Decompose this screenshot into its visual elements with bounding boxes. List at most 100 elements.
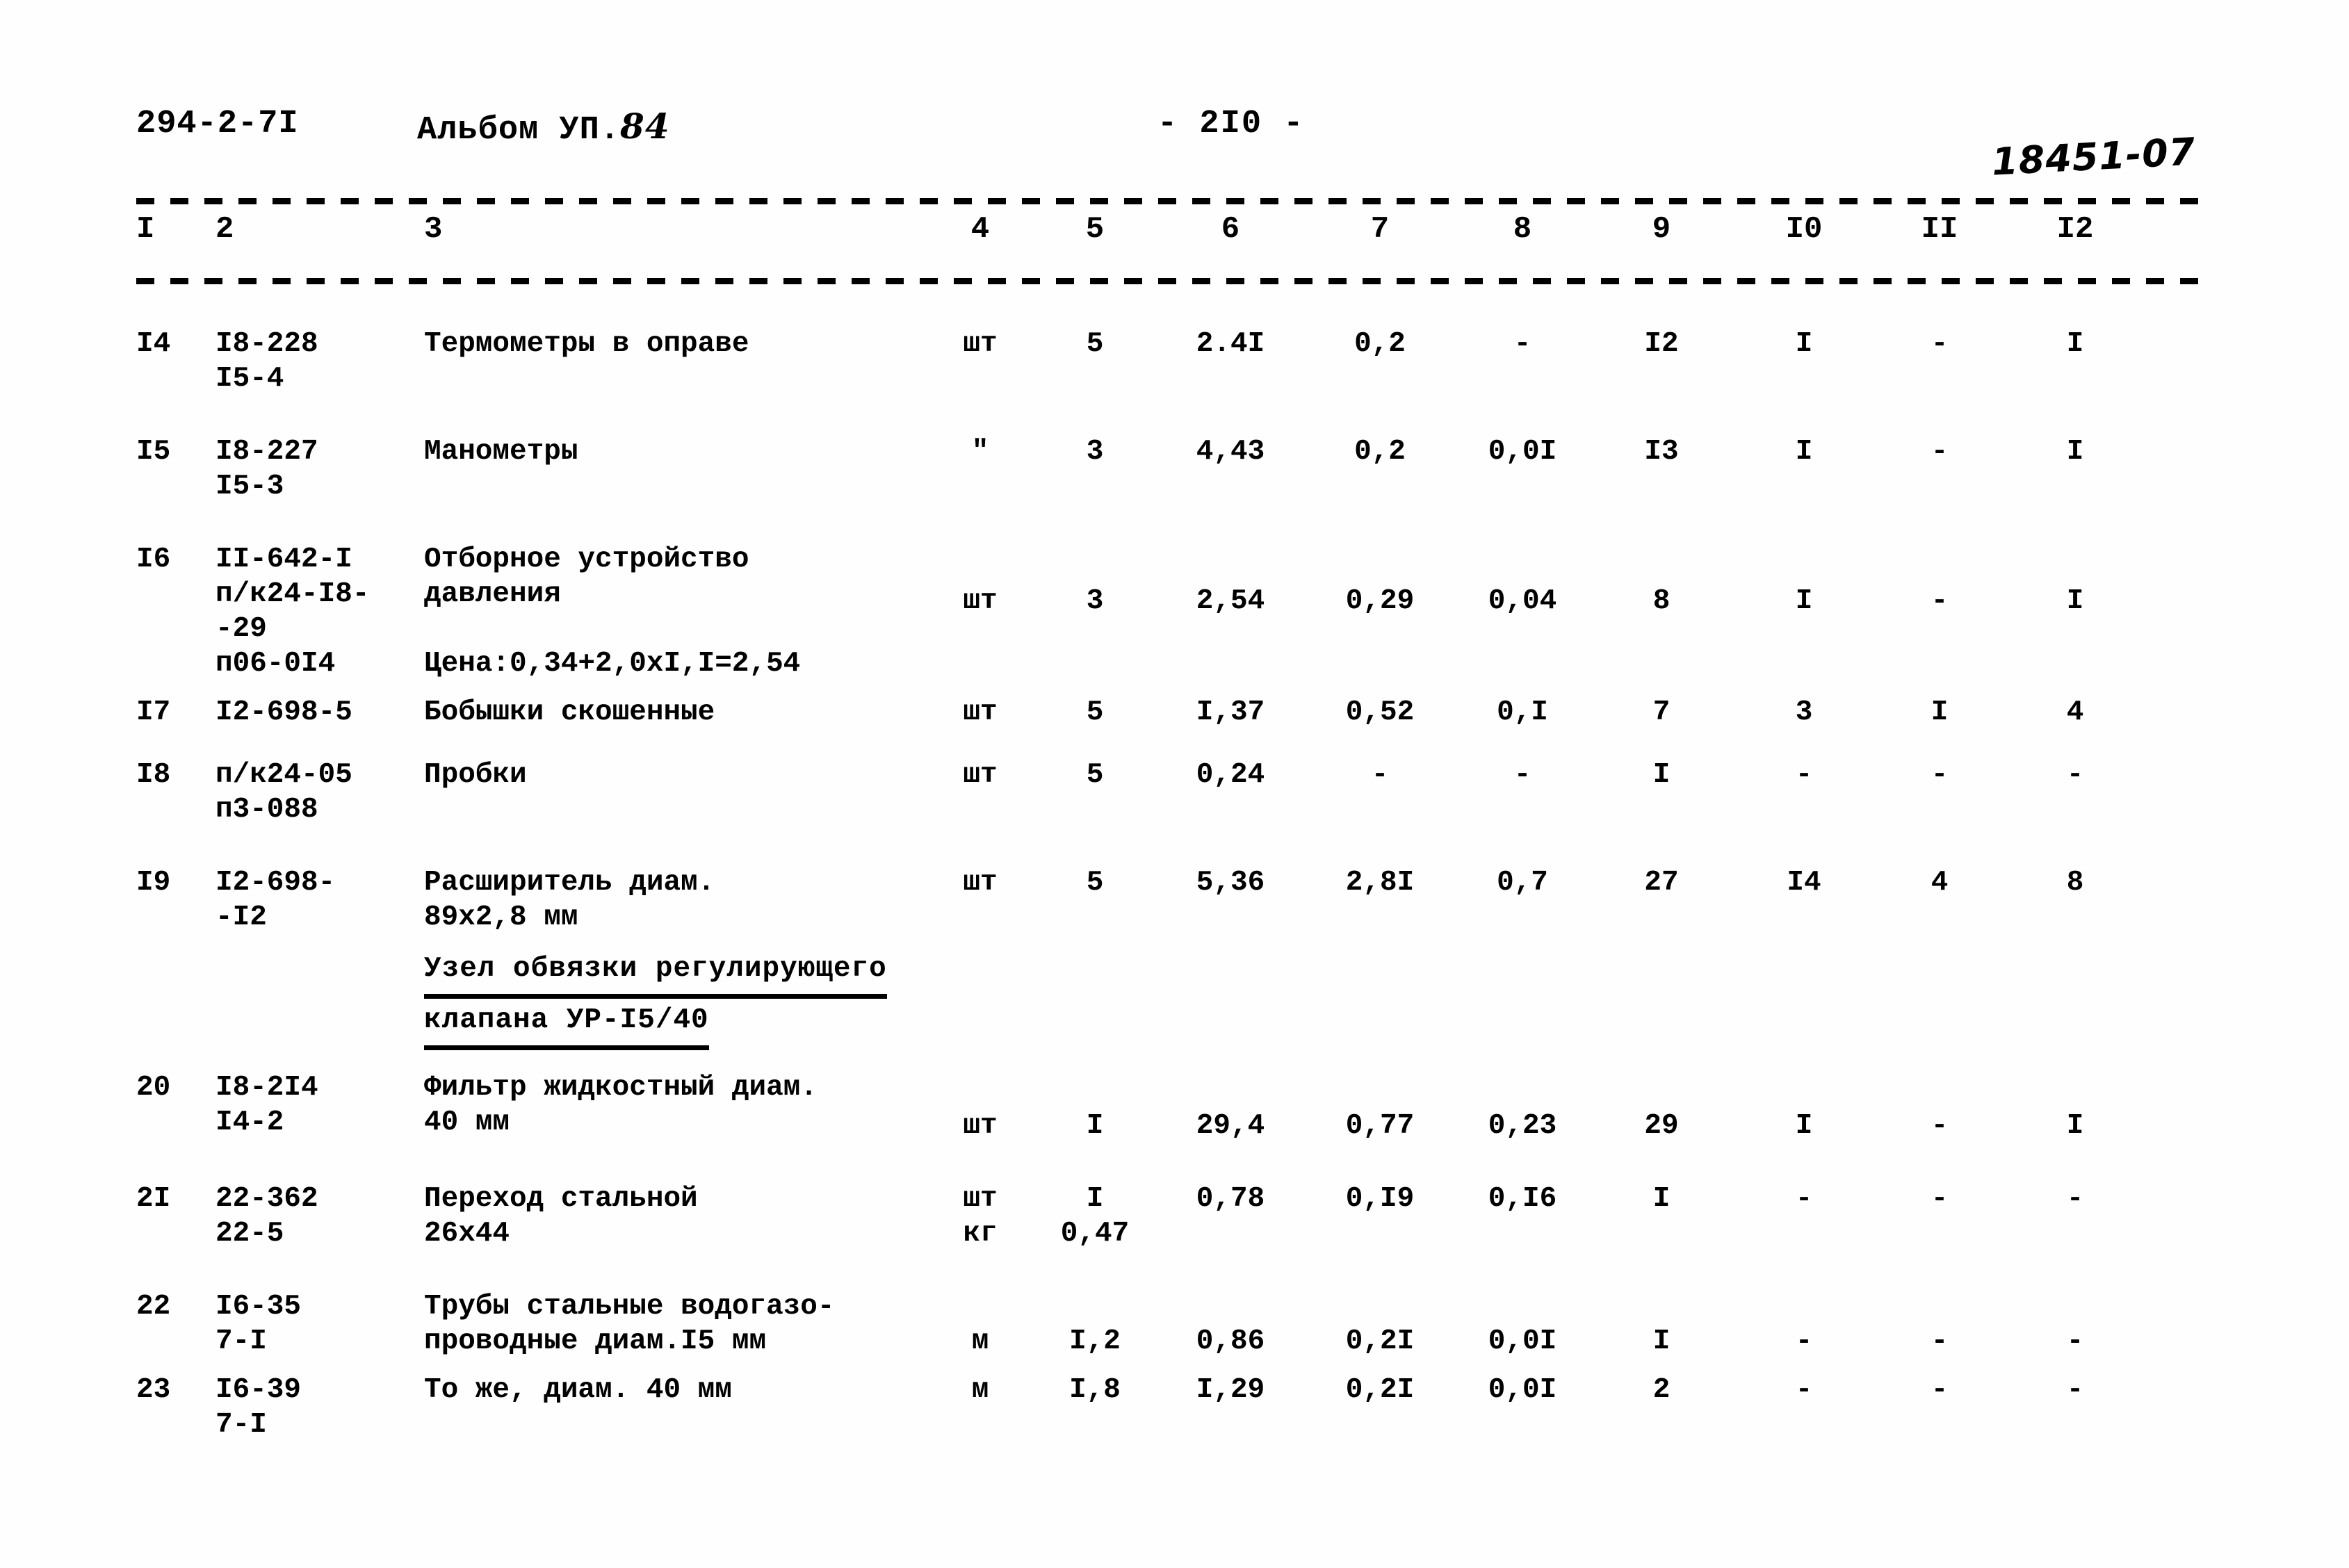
row-unit: шт [942, 865, 1018, 900]
archive-stamp-code: 18451-07 [1990, 129, 2197, 184]
row-value-10: I [1795, 585, 1813, 617]
row-code: I8-2I4 I4-2 [216, 1070, 417, 1140]
row-qty-line-1: 5 [1086, 328, 1104, 360]
row-unit: шт [942, 758, 1018, 792]
row-number: 23 [136, 1374, 171, 1406]
row-unit: м [942, 1324, 1018, 1359]
row-value-6: 0,78 [1196, 1183, 1265, 1215]
row-code: I2-698- -I2 [216, 865, 417, 935]
row-value-11: - [1931, 1183, 1949, 1215]
page-header: 294-2-7I Альбом УП.84 - 2I0 - 18451-07 [0, 106, 2349, 184]
row-value-9: I [1652, 1183, 1671, 1215]
row-value-7: - [1371, 759, 1389, 791]
row-code-line-1: п/к24-05 [216, 759, 352, 791]
row-code: I8-228 I5-4 [216, 327, 417, 396]
row-name-line-2: 89х2,8 мм [424, 901, 578, 933]
row-name-line-1: Трубы стальные водогазо- [424, 1291, 835, 1323]
row-value-10: - [1795, 759, 1813, 791]
document-code: 294-2-7I [136, 106, 299, 142]
row-name: Трубы стальные водогазо-проводные диам.I… [424, 1289, 938, 1359]
section-caption-line-1: Узел обвязки регулирующего [424, 947, 887, 999]
row-value-10: - [1795, 1183, 1813, 1215]
row-code-line-1: I8-228 [216, 328, 318, 360]
page-number: - 2I0 - [1157, 106, 1305, 142]
row-qty: I [1043, 1109, 1147, 1143]
row-value-12: 4 [2066, 696, 2084, 728]
row-qty-line-1: I,8 [1069, 1374, 1121, 1406]
row-unit-line-1: м [971, 1374, 989, 1406]
row-value-12: I [2066, 1110, 2084, 1142]
row-code: I6-39 7-I [216, 1373, 417, 1442]
row-value-7: 0,29 [1345, 585, 1415, 617]
row-name-line-1: Переход стальной [424, 1183, 698, 1215]
row-qty: 5 [1043, 865, 1147, 900]
row-qty-line-1: 5 [1086, 759, 1104, 791]
column-number-7: 7 [1370, 212, 1390, 247]
row-value-7: 0,I9 [1345, 1183, 1415, 1215]
row-value-8: 0,0I [1488, 1325, 1557, 1357]
row-unit-line-1: шт [963, 696, 998, 728]
row-value-10: - [1795, 1374, 1813, 1406]
row-value-7: 0,52 [1345, 696, 1415, 728]
row-name: Отборное устройство давления Цена:0,34+2,… [424, 542, 938, 681]
row-value-9: I [1652, 1325, 1671, 1357]
row-name: Бобышки скошенные [424, 695, 938, 730]
row-code-line-2: I5-3 [216, 471, 284, 503]
row-value-12: - [2066, 1183, 2084, 1215]
row-unit-line-1: шт [963, 585, 998, 617]
row-code-line-2: п3-088 [216, 794, 318, 826]
row-code-line-2: I4-2 [216, 1106, 284, 1138]
row-value-12: 8 [2066, 867, 2084, 899]
row-name-line-1: Пробки [424, 759, 527, 791]
row-code-line-1: I2-698- [216, 867, 336, 899]
row-value-6: 5,36 [1196, 867, 1265, 899]
row-name-line-2: 40 мм [424, 1106, 510, 1138]
row-number: I8 [136, 759, 171, 791]
row-name-line-1: Бобышки скошенные [424, 696, 715, 728]
row-value-8: 0,I [1497, 696, 1548, 728]
row-value-11: - [1931, 1325, 1949, 1357]
row-value-11: - [1931, 1374, 1949, 1406]
document-page: 294-2-7I Альбом УП.84 - 2I0 - 18451-07 I… [0, 0, 2349, 1568]
row-qty-line-1: I,2 [1069, 1325, 1121, 1357]
row-value-6: I,37 [1196, 696, 1265, 728]
row-code-line-3: -29 [216, 613, 267, 645]
row-code-line-1: I2-698-5 [216, 696, 352, 728]
table-header-rule [136, 278, 2211, 284]
row-value-9: 2 [1652, 1374, 1671, 1406]
row-code-line-4: п06-0I4 [216, 648, 336, 680]
column-number-3: 3 [424, 212, 443, 247]
row-value-8: - [1513, 328, 1531, 360]
row-value-11: - [1931, 436, 1949, 468]
row-value-7: 2,8I [1345, 867, 1415, 899]
row-qty: 3 [1043, 434, 1147, 469]
album-number: 84 [620, 106, 670, 147]
section-caption: Узел обвязки регулирующего клапана УР-I5… [424, 947, 887, 1050]
row-code: I2-698-5 [216, 695, 417, 730]
row-unit: шт [942, 1109, 1018, 1143]
row-value-12: - [2066, 1325, 2084, 1357]
row-unit: шт [942, 695, 1018, 730]
row-code: I8-227 I5-3 [216, 434, 417, 504]
row-qty: 3 [1043, 584, 1147, 619]
row-value-7: 0,77 [1345, 1110, 1415, 1142]
row-name-line-1: Фильтр жидкостный диам. [424, 1072, 818, 1104]
row-value-11: 4 [1931, 867, 1949, 899]
row-qty: 5 [1043, 695, 1147, 730]
row-name-line-1: Расширитель диам. [424, 867, 715, 899]
album-prefix: Альбом УП. [417, 112, 621, 149]
row-name: То же, диам. 40 мм [424, 1373, 938, 1407]
row-value-8: 0,I6 [1488, 1183, 1557, 1215]
row-number: I6 [136, 544, 171, 575]
row-value-11: - [1931, 759, 1949, 791]
row-value-10: I [1795, 1110, 1813, 1142]
row-code: 22-362 22-5 [216, 1182, 417, 1251]
row-value-6: 0,24 [1196, 759, 1265, 791]
column-number-10: I0 [1785, 212, 1823, 247]
row-name-line-1: То же, диам. 40 мм [424, 1374, 732, 1406]
row-name-line-1: Термометры в оправе [424, 328, 749, 360]
row-value-6: 2.4I [1196, 328, 1265, 360]
row-value-10: I [1795, 436, 1813, 468]
row-qty: I,8 [1043, 1373, 1147, 1407]
row-code-line-2: 22-5 [216, 1218, 284, 1250]
